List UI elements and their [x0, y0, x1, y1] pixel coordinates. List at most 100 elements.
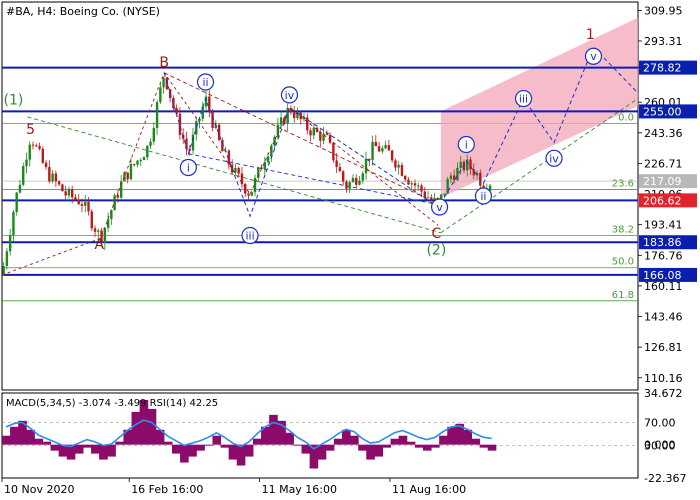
- time-tick-label: 16 Feb 16:00: [131, 483, 203, 496]
- wave-label-i: i: [457, 135, 475, 154]
- fib-label: 38.2: [612, 225, 634, 236]
- candle-body: [162, 77, 165, 88]
- candle-body: [18, 184, 22, 193]
- price-axis: 309.95293.31278.82260.01243.36226.71210.…: [638, 4, 697, 385]
- wave-label-A: A: [95, 237, 105, 253]
- macd-tick-label: 70.00: [644, 416, 676, 429]
- candle-body: [384, 145, 387, 149]
- candle-body: [459, 161, 462, 168]
- macd-tick-label: -22.367: [644, 472, 686, 485]
- macd-bar: [204, 444, 213, 446]
- candle-body: [433, 198, 436, 200]
- candle-body: [325, 133, 329, 135]
- candle-body: [77, 199, 80, 205]
- candle-body: [133, 164, 136, 166]
- level-tag-text: 183.86: [643, 236, 682, 249]
- candle-body: [322, 133, 325, 141]
- candle-body: [420, 185, 423, 192]
- candle-body: [35, 145, 38, 147]
- macd-bar: [471, 438, 481, 445]
- price-panel-border: [1, 1, 639, 391]
- candle-body: [426, 197, 430, 199]
- candle-body: [113, 195, 116, 211]
- macd-bar: [269, 414, 278, 445]
- macd-bar: [487, 444, 497, 451]
- macd-bar: [431, 444, 440, 448]
- wave-label-text: iv: [549, 152, 559, 165]
- candle-body: [240, 173, 244, 185]
- macd-bar: [42, 441, 52, 445]
- candle-body: [404, 175, 407, 180]
- candle-body: [152, 127, 156, 142]
- candle-body: [64, 191, 67, 196]
- macd-bar: [82, 444, 92, 448]
- candle-body: [338, 167, 342, 172]
- wave-label-text: iv: [285, 89, 295, 102]
- candle-body: [61, 184, 64, 192]
- wave-label-iv: iv: [545, 149, 563, 167]
- candle-body: [306, 117, 309, 131]
- macd-bar: [91, 444, 100, 454]
- macd-bar: [301, 444, 311, 454]
- candle-body: [93, 228, 97, 232]
- candle-body: [351, 177, 355, 183]
- macd-bar: [406, 441, 416, 445]
- candle-body: [309, 130, 312, 136]
- candle-body: [355, 177, 358, 185]
- candle-body: [449, 175, 453, 180]
- macd-bar: [10, 426, 19, 445]
- candle-body: [417, 185, 420, 187]
- price-tick-label: 143.46: [644, 311, 683, 324]
- macd-bar: [479, 444, 489, 448]
- candle-body: [364, 158, 368, 174]
- candle-body: [48, 167, 51, 182]
- candle-body: [374, 141, 378, 147]
- level-tag-text: 278.82: [643, 62, 682, 75]
- candle-body: [345, 181, 348, 189]
- candle-body: [390, 150, 394, 161]
- candle-body: [90, 211, 93, 229]
- price-tick-label: 126.81: [644, 341, 683, 354]
- current-price-text: 217.09: [643, 175, 682, 188]
- price-tick-label: 243.36: [644, 127, 683, 140]
- candle-body: [361, 173, 364, 181]
- candle-body: [129, 164, 133, 180]
- candle-body: [299, 112, 302, 120]
- macd-bar: [317, 444, 327, 460]
- level-tag-text: 206.62: [643, 194, 682, 207]
- candle-body: [149, 141, 152, 146]
- macd-bar: [333, 438, 343, 445]
- wave-label-iii: iii: [241, 226, 259, 245]
- candle-body: [456, 167, 459, 181]
- macd-bar: [99, 444, 108, 460]
- candle-body: [423, 191, 426, 198]
- wave-label-5: 5: [26, 122, 35, 138]
- macd-bar: [390, 438, 400, 445]
- candle-body: [54, 173, 58, 182]
- macd-bar: [212, 435, 222, 445]
- macd-bar: [188, 444, 197, 457]
- macd-bar: [342, 429, 351, 445]
- price-tick-label: 193.41: [644, 219, 683, 232]
- wave-label-v: v: [584, 47, 603, 65]
- wave-label-ii: ii: [474, 187, 493, 205]
- wave-label-(1): (1): [4, 92, 24, 108]
- candle-body: [159, 87, 162, 103]
- candle-body: [51, 173, 54, 182]
- candle-body: [279, 117, 283, 125]
- price-tick-label: 110.16: [644, 372, 683, 385]
- macd-bar: [228, 444, 238, 460]
- time-tick-label: 10 Nov 2020: [4, 483, 74, 496]
- macd-bar: [244, 444, 254, 457]
- candle-body: [407, 179, 410, 185]
- candle-body: [155, 102, 159, 128]
- price-tick-label: 293.31: [644, 35, 683, 48]
- candle-body: [31, 144, 35, 146]
- candle-body: [80, 204, 84, 206]
- macd-bar: [398, 435, 408, 445]
- price-chart: 0.023.638.250.061.8 (1)5ABC(2)1iiiiiiivv…: [1, 1, 697, 496]
- candle-body: [188, 148, 191, 151]
- candle-body: [452, 175, 456, 181]
- candle-body: [394, 160, 397, 168]
- macd-bar: [374, 444, 383, 457]
